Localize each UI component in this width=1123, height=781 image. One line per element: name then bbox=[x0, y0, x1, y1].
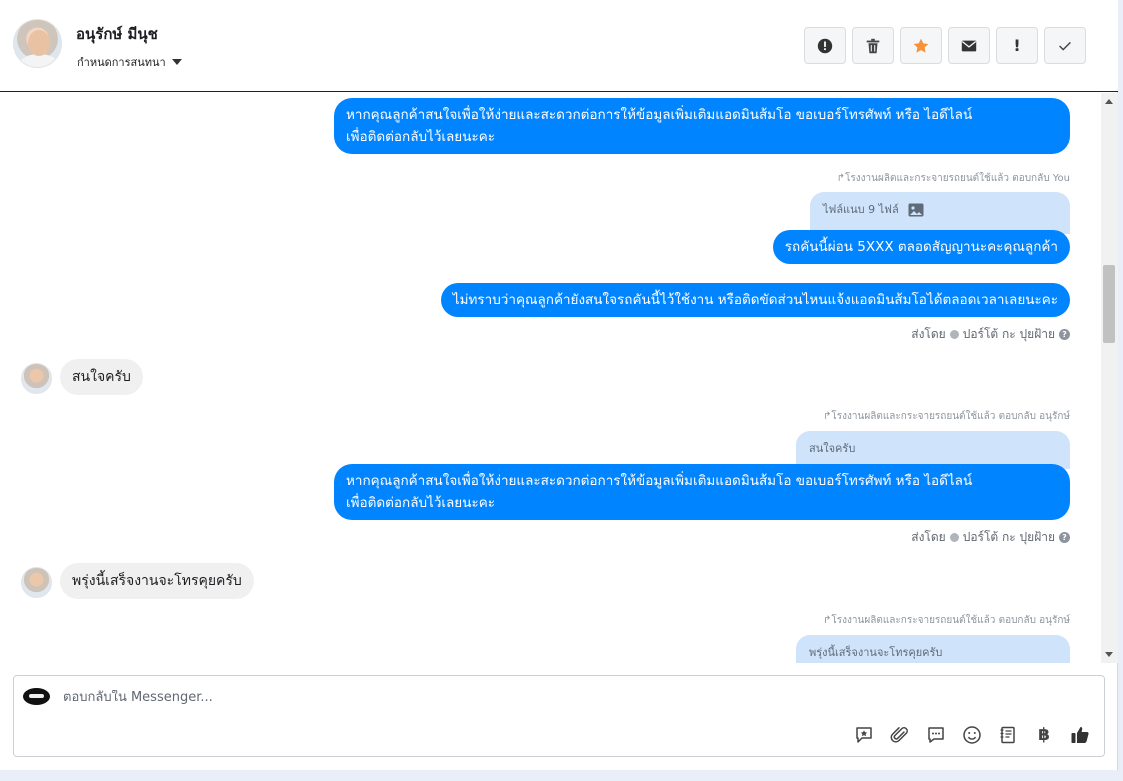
contact-avatar[interactable] bbox=[13, 19, 62, 68]
contact-avatar-small bbox=[21, 363, 52, 394]
quoted-message[interactable]: พรุ่งนี้เสร็จงานจะโทรคุยครับ bbox=[796, 635, 1070, 663]
reply-meta-text: โรงงานผลิตและกระจายรถยนต์ใช้แล้ว ตอบกลับ… bbox=[831, 411, 1070, 422]
outgoing-message[interactable]: รถคันนี้ผ่อน 5XXX ตลอดสัญญานะคะคุณลูกค้า bbox=[772, 230, 1070, 264]
check-badge-icon bbox=[949, 330, 959, 339]
quoted-message[interactable]: ไฟล์แนบ 9 ไฟล์ bbox=[810, 192, 1070, 234]
sent-by-line: ส่งโดย ปอร์โต้ กะ ปุยฝ้าย ? bbox=[911, 528, 1070, 547]
assign-conversation-dropdown[interactable]: กำหนดการสนทนา bbox=[77, 53, 182, 71]
reply-meta: ↱โรงงานผลิตและกระจายรถยนต์ใช้แล้ว ตอบกลั… bbox=[823, 613, 1070, 628]
sent-by-line: ส่งโดย ปอร์โต้ กะ ปุยฝ้าย ? bbox=[911, 325, 1070, 344]
star-icon bbox=[913, 38, 929, 53]
reply-arrow-icon: ↱ bbox=[836, 173, 846, 184]
catalog-button[interactable] bbox=[996, 723, 1020, 747]
check-badge-icon bbox=[949, 533, 959, 542]
quoted-message-text: ไฟล์แนบ 9 ไฟล์ bbox=[823, 203, 899, 216]
contact-name: อนุรักษ์ มีนุช bbox=[76, 25, 158, 43]
message-thread[interactable]: หากคุณลูกค้าสนใจเพื่อให้ง่ายและสะดวกต่อก… bbox=[0, 93, 1100, 663]
attach-button[interactable] bbox=[888, 723, 912, 747]
mark-unread-button[interactable] bbox=[948, 27, 990, 64]
thumbs-up-icon bbox=[1071, 727, 1089, 743]
thread-scrollbar[interactable] bbox=[1101, 93, 1118, 663]
exclamation-icon: ! bbox=[1013, 36, 1021, 55]
sent-by-name[interactable]: ปอร์โต้ กะ ปุยฝ้าย bbox=[963, 528, 1055, 547]
paperclip-icon bbox=[890, 727, 908, 743]
image-icon bbox=[908, 203, 924, 217]
delete-button[interactable] bbox=[852, 27, 894, 64]
sent-by-label: ส่งโดย bbox=[911, 327, 946, 341]
scroll-down-arrow-icon[interactable] bbox=[1105, 652, 1113, 657]
reply-meta-text: โรงงานผลิตและกระจายรถยนต์ใช้แล้ว ตอบกลับ… bbox=[831, 615, 1070, 626]
check-icon bbox=[1059, 41, 1071, 51]
composer-tools: ฿ bbox=[852, 723, 1092, 747]
help-icon[interactable]: ? bbox=[1059, 329, 1070, 340]
mark-done-button[interactable] bbox=[1044, 27, 1086, 64]
chat-window: อนุรักษ์ มีนุช กำหนดการสนทนา ! หากคุณลูก… bbox=[0, 0, 1118, 770]
saved-reply-button[interactable] bbox=[852, 723, 876, 747]
payment-button[interactable]: ฿ bbox=[1032, 723, 1056, 747]
incoming-message[interactable]: สนใจครับ bbox=[60, 359, 143, 395]
scroll-up-arrow-icon[interactable] bbox=[1105, 99, 1113, 104]
alert-circle-icon bbox=[817, 38, 833, 53]
emoji-button[interactable] bbox=[960, 723, 984, 747]
conversation-header: อนุรักษ์ มีนุช กำหนดการสนทนา ! bbox=[0, 0, 1118, 92]
trash-icon bbox=[866, 38, 880, 53]
reply-meta: ↱โรงงานผลิตและกระจายรถยนต์ใช้แล้ว ตอบกลั… bbox=[837, 171, 1070, 186]
like-button[interactable] bbox=[1068, 723, 1092, 747]
reply-meta-text: โรงงานผลิตและกระจายรถยนต์ใช้แล้ว ตอบกลับ… bbox=[845, 173, 1070, 184]
book-icon bbox=[1000, 726, 1015, 744]
contact-avatar-small bbox=[21, 567, 52, 598]
incoming-message[interactable]: พรุ่งนี้เสร็จงานจะโทรคุยครับ bbox=[60, 563, 254, 599]
star-button[interactable] bbox=[900, 27, 942, 64]
baht-icon: ฿ bbox=[1038, 725, 1050, 745]
outgoing-message[interactable]: หากคุณลูกค้าสนใจเพื่อให้ง่ายและสะดวกต่อก… bbox=[334, 464, 1070, 520]
mail-icon bbox=[961, 40, 977, 51]
outgoing-message[interactable]: หากคุณลูกค้าสนใจเพื่อให้ง่ายและสะดวกต่อก… bbox=[334, 98, 1070, 154]
chat-dots-icon bbox=[928, 727, 944, 743]
reply-meta: ↱โรงงานผลิตและกระจายรถยนต์ใช้แล้ว ตอบกลั… bbox=[823, 409, 1070, 424]
scroll-thumb[interactable] bbox=[1103, 265, 1115, 343]
reply-input[interactable] bbox=[63, 690, 963, 705]
mark-important-button[interactable]: ! bbox=[996, 27, 1038, 64]
page-logo bbox=[23, 688, 50, 705]
mark-spam-button[interactable] bbox=[804, 27, 846, 64]
assign-conversation-label: กำหนดการสนทนา bbox=[77, 56, 166, 69]
chat-star-icon bbox=[856, 727, 872, 743]
smiley-icon bbox=[963, 726, 981, 744]
quick-reply-button[interactable] bbox=[924, 723, 948, 747]
sent-by-name[interactable]: ปอร์โต้ กะ ปุยฝ้าย bbox=[963, 325, 1055, 344]
conversation-toolbar: ! bbox=[804, 27, 1086, 64]
outgoing-message[interactable]: ไม่ทราบว่าคุณลูกค้ายังสนใจรถคันนี้ไว้ใช้… bbox=[440, 283, 1070, 317]
caret-down-icon bbox=[171, 59, 182, 65]
help-icon[interactable]: ? bbox=[1059, 532, 1070, 543]
sent-by-label: ส่งโดย bbox=[911, 530, 946, 544]
composer: ฿ bbox=[13, 675, 1105, 757]
